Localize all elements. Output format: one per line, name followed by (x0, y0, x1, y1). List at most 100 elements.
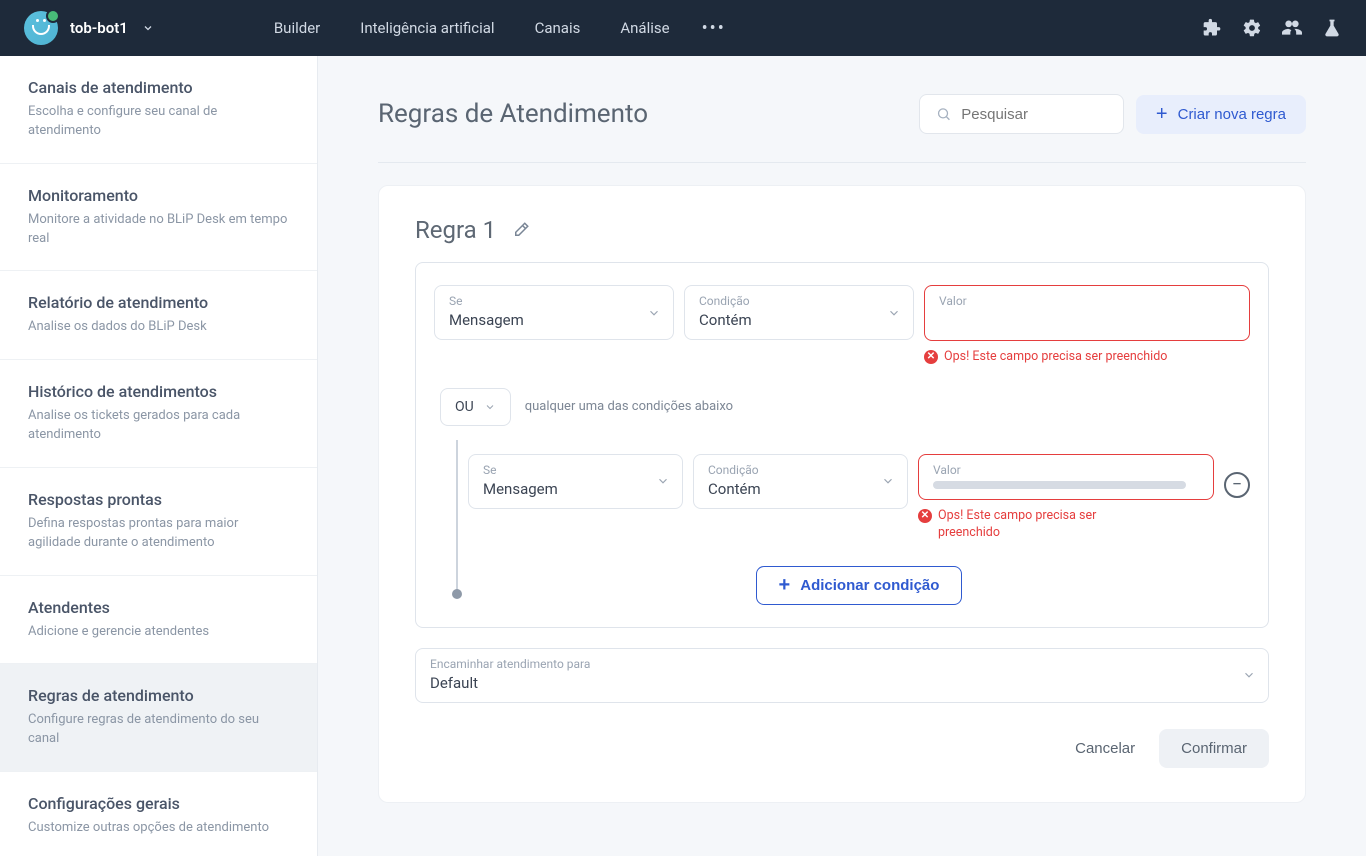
nav-analysis[interactable]: Análise (620, 19, 669, 37)
rule-card: Regra 1 Se Mensagem Condição Contém (378, 185, 1306, 803)
bot-avatar-icon (24, 11, 58, 45)
sidebar-item-title: Respostas prontas (28, 490, 289, 509)
field-label: Se (449, 294, 659, 308)
sidebar-item-desc: Monitore a atividade no BLiP Desk em tem… (28, 211, 289, 249)
edit-name-icon[interactable] (512, 221, 530, 239)
header-actions: + Criar nova regra (919, 94, 1306, 134)
field-value: Mensagem (483, 480, 668, 498)
confirm-button[interactable]: Confirmar (1159, 729, 1269, 768)
sidebar-item-history[interactable]: Histórico de atendimentos Analise os tic… (0, 360, 317, 468)
sidebar-item-desc: Customize outras opções de atendimento (28, 819, 289, 838)
field-label: Encaminhar atendimento para (430, 657, 1254, 671)
nav-more-icon[interactable]: ••• (702, 18, 726, 39)
top-nav-icons (1202, 18, 1342, 38)
if-select[interactable]: Se Mensagem (468, 454, 683, 509)
sidebar-item-monitoring[interactable]: Monitoramento Monitore a atividade no BL… (0, 164, 317, 272)
value-placeholder-icon (933, 481, 1186, 489)
sidebar-item-title: Atendentes (28, 598, 289, 617)
create-rule-label: Criar nova regra (1178, 106, 1286, 123)
add-condition-label: Adicionar condição (800, 577, 939, 594)
top-nav-links: Builder Inteligência artificial Canais A… (274, 19, 670, 37)
chevron-down-icon (142, 22, 154, 34)
error-text: Ops! Este campo precisa ser preenchido (944, 349, 1167, 366)
tree-connector-icon (434, 440, 468, 605)
condition-row: Se Mensagem Condição Contém Valor (434, 285, 1250, 366)
sidebar-item-agents[interactable]: Atendentes Adicione e gerencie atendente… (0, 576, 317, 665)
field-value: Contém (699, 311, 899, 329)
create-rule-button[interactable]: + Criar nova regra (1136, 95, 1306, 134)
operator-hint: qualquer uma das condições abaixo (525, 399, 733, 414)
sidebar-item-desc: Defina respostas prontas para maior agil… (28, 515, 289, 553)
if-select[interactable]: Se Mensagem (434, 285, 674, 340)
sidebar-item-canned[interactable]: Respostas prontas Defina respostas pront… (0, 468, 317, 576)
condition-row: Se Mensagem Condição Contém (468, 454, 1250, 542)
sidebar-item-title: Canais de atendimento (28, 78, 289, 97)
add-condition-button[interactable]: + Adicionar condição (756, 566, 963, 605)
value-input-wrapper[interactable]: Valor (924, 285, 1250, 341)
sidebar-item-rules[interactable]: Regras de atendimento Configure regras d… (0, 664, 317, 772)
sidebar-item-desc: Analise os dados do BLiP Desk (28, 318, 289, 337)
forward-select[interactable]: Encaminhar atendimento para Default (415, 648, 1269, 703)
chevron-down-icon (1242, 668, 1256, 682)
operator-value: OU (455, 399, 474, 415)
search-box[interactable] (919, 94, 1124, 134)
field-label: Valor (939, 294, 1235, 308)
chevron-down-icon (656, 474, 670, 488)
operator-select[interactable]: OU (440, 388, 511, 426)
operator-row: OU qualquer uma das condições abaixo (440, 388, 1250, 426)
field-label: Condição (708, 463, 893, 477)
sidebar-item-title: Regras de atendimento (28, 686, 289, 705)
value-input-wrapper[interactable]: Valor (918, 454, 1214, 500)
error-icon: ✕ (918, 509, 932, 523)
error-message: ✕ Ops! Este campo precisa ser preenchido (924, 349, 1250, 366)
gear-icon[interactable] (1242, 18, 1262, 38)
field-value: Default (430, 674, 1254, 692)
users-icon[interactable] (1282, 18, 1302, 38)
sidebar-item-desc: Configure regras de atendimento do seu c… (28, 711, 289, 749)
field-label: Se (483, 463, 668, 477)
error-icon: ✕ (924, 350, 938, 364)
sidebar-item-title: Histórico de atendimentos (28, 382, 289, 401)
sidebar-item-title: Relatório de atendimento (28, 293, 289, 312)
chevron-down-icon (881, 474, 895, 488)
bot-name: tob-bot1 (70, 19, 128, 37)
rule-title-row: Regra 1 (415, 216, 1269, 244)
sidebar-item-general[interactable]: Configurações gerais Customize outras op… (0, 772, 317, 856)
sidebar-item-title: Configurações gerais (28, 794, 289, 813)
bot-selector[interactable]: tob-bot1 (24, 11, 154, 45)
sidebar-item-report[interactable]: Relatório de atendimento Analise os dado… (0, 271, 317, 360)
field-label: Valor (933, 463, 1199, 477)
rule-name: Regra 1 (415, 216, 496, 244)
search-icon (936, 105, 951, 123)
top-nav: tob-bot1 Builder Inteligência artificial… (0, 0, 1366, 56)
nav-channels[interactable]: Canais (535, 19, 581, 37)
condition-select[interactable]: Condição Contém (684, 285, 914, 340)
error-message: ✕ Ops! Este campo precisa ser preenchido (918, 508, 1118, 542)
chevron-down-icon (647, 306, 661, 320)
nav-builder[interactable]: Builder (274, 19, 320, 37)
error-text: Ops! Este campo precisa ser preenchido (938, 508, 1118, 542)
flask-icon[interactable] (1322, 18, 1342, 38)
page-header: Regras de Atendimento + Criar nova regra (378, 94, 1306, 163)
condition-select[interactable]: Condição Contém (693, 454, 908, 509)
chevron-down-icon (484, 401, 496, 413)
sidebar-item-channels[interactable]: Canais de atendimento Escolha e configur… (0, 56, 317, 164)
nav-ai[interactable]: Inteligência artificial (360, 19, 494, 37)
sub-conditions: Se Mensagem Condição Contém (434, 440, 1250, 605)
sidebar-item-desc: Escolha e configure seu canal de atendim… (28, 103, 289, 141)
puzzle-icon[interactable] (1202, 18, 1222, 38)
value-input[interactable] (939, 311, 1235, 330)
search-input[interactable] (961, 106, 1107, 123)
field-value: Contém (708, 480, 893, 498)
cancel-button[interactable]: Cancelar (1069, 730, 1141, 767)
field-value: Mensagem (449, 311, 659, 329)
page-title: Regras de Atendimento (378, 99, 648, 129)
chevron-down-icon (887, 306, 901, 320)
sidebar-item-title: Monitoramento (28, 186, 289, 205)
conditions-group: Se Mensagem Condição Contém Valor (415, 262, 1269, 628)
value-column: Valor ✕ Ops! Este campo precisa ser pree… (918, 454, 1214, 542)
field-label: Condição (699, 294, 899, 308)
remove-condition-button[interactable]: − (1224, 472, 1250, 498)
value-column: Valor ✕ Ops! Este campo precisa ser pree… (924, 285, 1250, 366)
main-content: Regras de Atendimento + Criar nova regra… (318, 56, 1366, 856)
